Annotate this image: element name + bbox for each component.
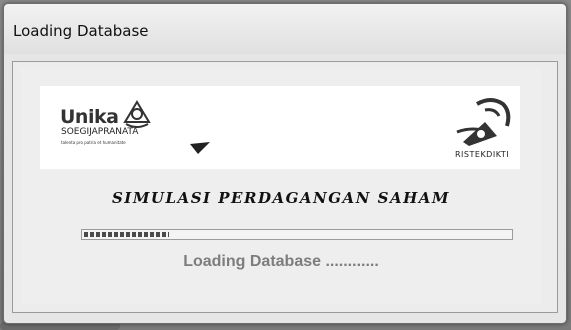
flag-mark-icon [190, 142, 210, 154]
app-title: SIMULASI PERDAGANGAN SAHAM [111, 189, 451, 207]
unika-logo-tagline: talenta pro patria et humanitate [61, 140, 126, 145]
loading-dialog-window: Loading Database Unika SOEGIJAPRANATA ta… [3, 3, 567, 324]
ristekdikti-logo: RISTEKDIKTI [455, 96, 515, 162]
dialog-frame: Unika SOEGIJAPRANATA talenta pro patria … [12, 61, 558, 313]
dialog-content: Unika SOEGIJAPRANATA talenta pro patria … [21, 68, 541, 304]
unika-logo-subtitle: SOEGIJAPRANATA [61, 127, 139, 137]
title-bar[interactable]: Loading Database [4, 4, 566, 54]
loading-progress-bar [81, 229, 513, 240]
loading-status: Loading Database ............ [183, 253, 379, 270]
unika-emblem-icon [123, 100, 151, 128]
unika-logo: Unika SOEGIJAPRANATA talenta pro patria … [60, 100, 230, 156]
ristekdikti-emblem-icon [456, 98, 511, 146]
unika-logo-name: Unika [60, 106, 119, 128]
window-title: Loading Database [13, 22, 149, 40]
ristekdikti-logo-name: RISTEKDIKTI [455, 150, 510, 159]
progress-bar-fill [84, 232, 169, 237]
logo-panel: Unika SOEGIJAPRANATA talenta pro patria … [40, 86, 520, 169]
